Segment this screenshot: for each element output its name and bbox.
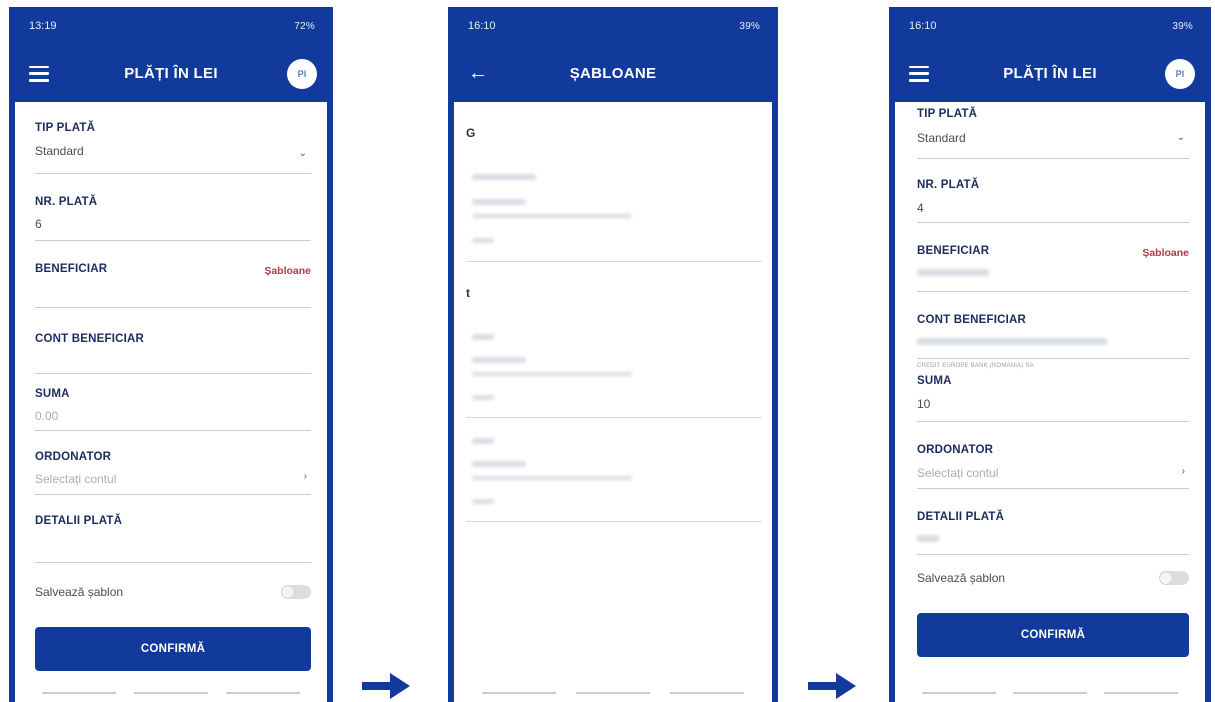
payment-type-value: Standard — [35, 144, 84, 158]
templates-link[interactable]: Șabloane — [264, 265, 311, 277]
field-label: NR. PLATĂ — [917, 179, 980, 191]
field-label: SUMA — [35, 388, 70, 400]
field-label: ORDONATOR — [917, 444, 994, 456]
phone-screen-payment-form-filled: 16:10 39% PLĂȚI ÎN LEI PI TIP PLATĂ Stan… — [889, 7, 1211, 702]
template-item[interactable] — [466, 162, 762, 262]
save-template-row: Salvează șablon — [35, 563, 311, 621]
field-label: DETALII PLATĂ — [917, 511, 1005, 523]
save-template-row: Salvează șablon — [917, 555, 1189, 601]
bottom-nav — [895, 688, 1205, 702]
payer-account-select[interactable]: ORDONATOR Selectați contul › — [35, 431, 311, 495]
avatar[interactable]: PI — [1165, 58, 1195, 89]
status-bar: 16:10 39% — [895, 7, 1205, 45]
payer-account-placeholder: Selectați contul — [917, 466, 999, 480]
field-label: NR. PLATĂ — [35, 196, 98, 208]
beneficiary-field[interactable]: BENEFICIAR Șabloane — [917, 223, 1189, 292]
field-label: CONT BENEFICIAR — [35, 333, 145, 345]
chevron-down-icon: ⌄ — [1176, 132, 1185, 143]
app-bar: PLĂȚI ÎN LEI PI — [15, 45, 327, 102]
battery-level: 39% — [1172, 20, 1193, 32]
beneficiary-account-field[interactable]: CONT BENEFICIAR — [917, 292, 1189, 359]
amount-value: 10 — [917, 397, 931, 411]
status-time: 16:10 — [909, 20, 937, 32]
phone-screen-payment-form: 13:19 72% PLĂȚI ÎN LEI PI TIP PLATĂ Stan… — [9, 7, 333, 702]
field-label: SUMA — [917, 375, 952, 387]
save-template-label: Salvează șablon — [35, 585, 124, 599]
payment-type-select[interactable]: TIP PLATĂ Standard ⌄ — [35, 102, 311, 174]
template-item[interactable] — [466, 322, 762, 418]
payment-number-value: 6 — [35, 217, 42, 231]
templates-link[interactable]: Șabloane — [1142, 247, 1189, 259]
page-title: ȘABLOANE — [569, 65, 657, 82]
field-label: CONT BENEFICIAR — [917, 314, 1027, 326]
bottom-nav — [15, 688, 327, 702]
payer-account-select[interactable]: ORDONATOR Selectați contul › — [917, 422, 1189, 489]
section-header: G — [466, 102, 762, 162]
beneficiary-account-field[interactable]: CONT BENEFICIAR — [35, 308, 311, 374]
payment-type-value: Standard — [917, 131, 966, 145]
payment-details-field[interactable]: DETALII PLATĂ — [35, 495, 311, 563]
amount-placeholder: 0.00 — [35, 409, 59, 423]
beneficiary-field[interactable]: BENEFICIAR Șabloane — [35, 241, 311, 308]
phone-screen-templates: 16:10 39% ← ȘABLOANE G t — [448, 7, 778, 702]
save-template-label: Salvează șablon — [917, 571, 1006, 585]
field-label: ORDONATOR — [35, 451, 112, 463]
flow-arrow-icon — [808, 673, 856, 699]
payment-number-value: 4 — [917, 201, 924, 215]
amount-field[interactable]: SUMA 0.00 — [35, 374, 311, 431]
payment-type-select[interactable]: TIP PLATĂ Standard ⌄ — [917, 102, 1189, 159]
status-time: 16:10 — [468, 20, 496, 32]
confirm-button[interactable]: CONFIRMĂ — [35, 627, 311, 671]
battery-level: 72% — [294, 20, 315, 32]
chevron-right-icon: › — [303, 471, 307, 482]
chevron-right-icon: › — [1181, 466, 1185, 477]
confirm-button[interactable]: CONFIRMĂ — [917, 613, 1189, 657]
section-header: t — [466, 262, 762, 322]
app-bar: PLĂȚI ÎN LEI PI — [895, 45, 1205, 102]
template-item[interactable] — [466, 418, 762, 522]
page-title: PLĂȚI ÎN LEI — [124, 65, 218, 82]
payer-account-placeholder: Selectați contul — [35, 472, 117, 486]
section-letter: G — [466, 126, 476, 140]
bottom-nav — [454, 688, 772, 702]
battery-level: 39% — [739, 20, 760, 32]
save-template-toggle[interactable] — [281, 585, 311, 599]
field-label: DETALII PLATĂ — [35, 515, 123, 527]
avatar[interactable]: PI — [287, 58, 317, 89]
field-label: TIP PLATĂ — [917, 108, 978, 120]
app-bar: ← ȘABLOANE — [454, 45, 772, 102]
payment-number-field[interactable]: NR. PLATĂ 6 — [35, 174, 311, 241]
field-label: TIP PLATĂ — [35, 122, 96, 134]
payment-number-field[interactable]: NR. PLATĂ 4 — [917, 159, 1189, 223]
chevron-down-icon: ⌄ — [298, 148, 307, 159]
status-bar: 13:19 72% — [15, 7, 327, 45]
save-template-toggle[interactable] — [1159, 571, 1189, 585]
flow-arrow-icon — [362, 673, 410, 699]
page-title: PLĂȚI ÎN LEI — [1003, 65, 1097, 82]
status-bar: 16:10 39% — [454, 7, 772, 45]
payment-details-field[interactable]: DETALII PLATĂ — [917, 489, 1189, 555]
section-letter: t — [466, 286, 470, 300]
amount-field[interactable]: SUMA 10 — [917, 369, 1189, 422]
status-time: 13:19 — [29, 20, 57, 32]
